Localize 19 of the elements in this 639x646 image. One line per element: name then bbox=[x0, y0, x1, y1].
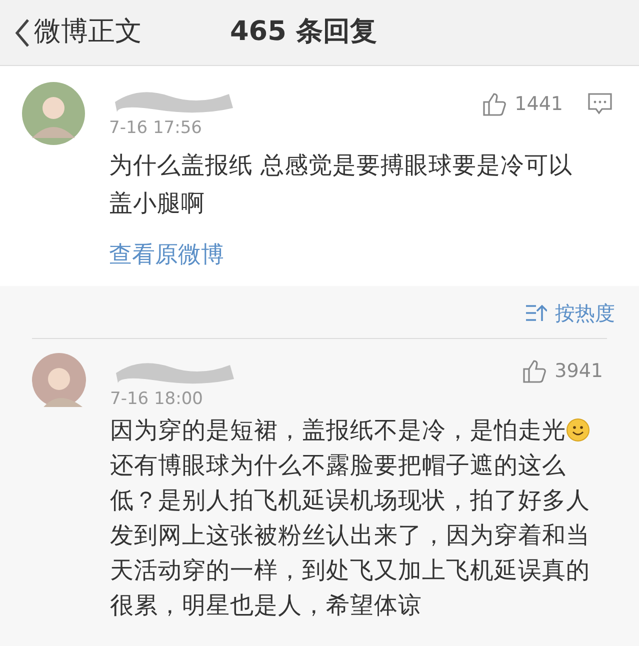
chevron-left-icon bbox=[14, 18, 30, 48]
comment-text: 因为穿的是短裙，盖报纸不是冷，是怕走光 bbox=[110, 414, 566, 446]
comment-date: 7-16 18:00 bbox=[110, 388, 204, 411]
like-count: 1441 bbox=[514, 92, 563, 117]
avatar bbox=[32, 353, 86, 407]
back-button[interactable]: 微博正文 bbox=[14, 12, 142, 53]
like-count: 3941 bbox=[554, 359, 603, 384]
comment-text: 还有博眼球为什么不露脸要把帽子遮的这么低？是别人拍飞机延误机场现状，拍了好多人发到网上这张被粉丝认出来了，因为穿着和当天活动穿的一样，到处飞又加上飞机延误真的很累，明星也是人，希望体谅 bbox=[110, 450, 590, 620]
comment-text: 为什么盖报纸 总感觉是要搏眼球要是冷可以盖小腿啊 bbox=[109, 150, 574, 218]
page-title: 465 条回复 bbox=[230, 15, 377, 50]
comment-date: 7-16 17:56 bbox=[109, 117, 203, 140]
smiley-icon bbox=[566, 418, 590, 442]
avatar bbox=[22, 82, 85, 145]
sort-icon bbox=[525, 303, 547, 323]
thumbs-up-icon bbox=[480, 91, 507, 118]
sort-button[interactable]: 按热度 bbox=[525, 298, 615, 328]
view-original-link[interactable]: 查看原微博 bbox=[109, 242, 224, 268]
comment-icon bbox=[587, 92, 613, 116]
thumbs-up-icon bbox=[520, 358, 547, 384]
